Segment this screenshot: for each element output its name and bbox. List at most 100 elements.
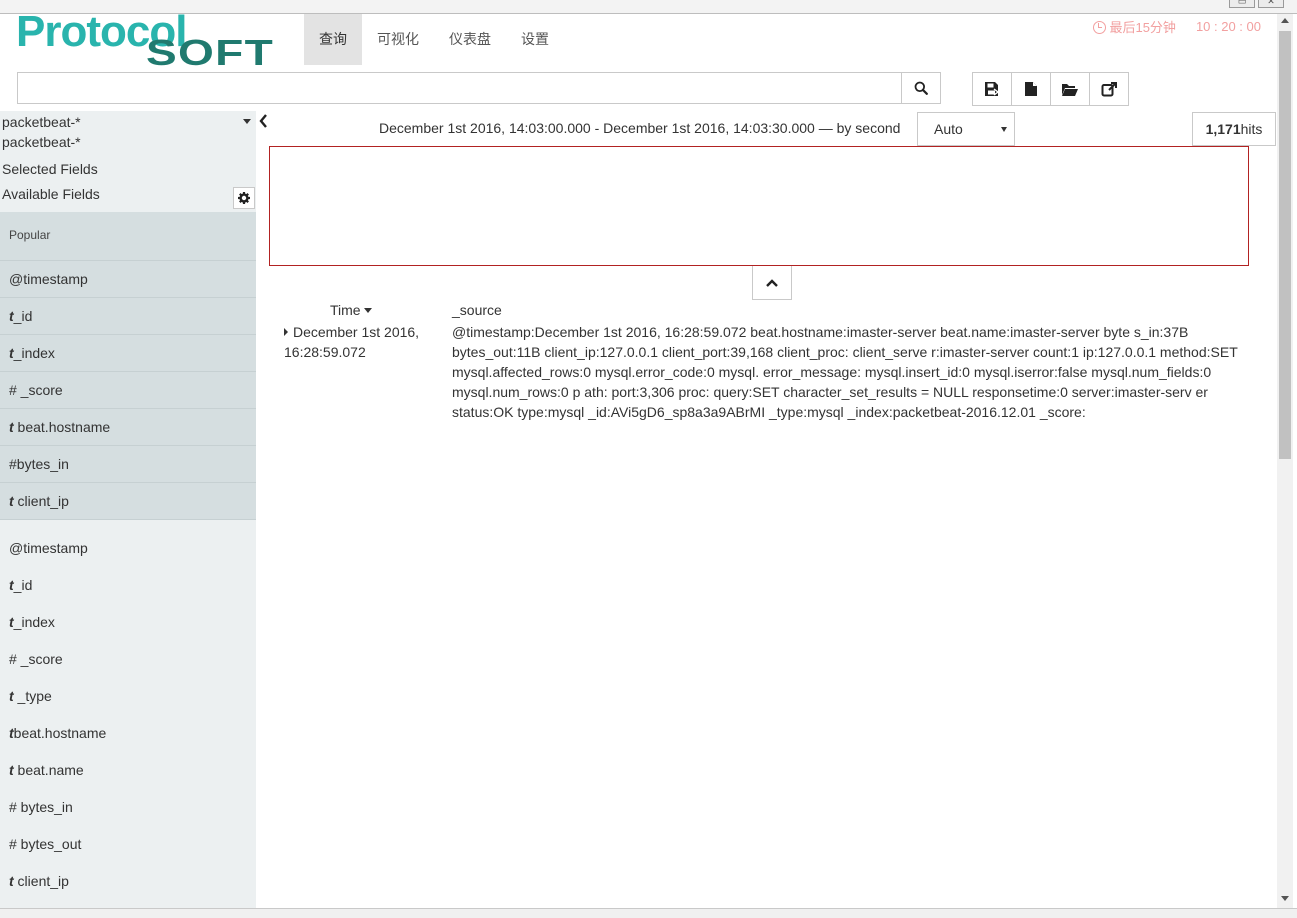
field-item[interactable]: # bytes_out	[0, 826, 256, 863]
field-item[interactable]: # _score	[0, 641, 256, 678]
share-search-button[interactable]	[1089, 72, 1129, 106]
time-picker-label-group[interactable]: 最后15分钟	[1093, 17, 1176, 36]
time-picker[interactable]: 最后15分钟 10 : 20 : 00	[1093, 17, 1261, 36]
chevron-down-icon[interactable]	[243, 119, 251, 124]
tab-discover[interactable]: 查询	[304, 14, 362, 65]
table-row-time[interactable]: December 1st 2016, 16:28:59.072	[284, 322, 434, 362]
scroll-thumb[interactable]	[1279, 31, 1291, 459]
restore-icon[interactable]: ▭	[1229, 0, 1255, 8]
field-item[interactable]: t beat.hostname	[0, 409, 256, 446]
scroll-up-icon[interactable]	[1281, 18, 1289, 23]
field-type-icon: #	[9, 456, 17, 472]
tab-settings[interactable]: 设置	[506, 14, 564, 65]
open-search-button[interactable]	[1050, 72, 1090, 106]
field-name: _id	[13, 577, 33, 593]
toggle-chart-button[interactable]	[752, 266, 792, 300]
hits-count: 1,171hits	[1192, 112, 1276, 146]
current-clock: 10 : 20 : 00	[1195, 19, 1261, 34]
selected-fields-heading: Selected Fields	[2, 161, 98, 177]
popular-fields: Popular @timestamp t_id t_index # _score…	[0, 212, 256, 520]
field-name: _score	[16, 651, 63, 667]
time-picker-label: 最后15分钟	[1109, 20, 1176, 35]
time-range-label: December 1st 2016, 14:03:00.000 - Decemb…	[379, 120, 901, 136]
histogram-chart	[269, 146, 1249, 266]
field-item[interactable]: t beat.name	[0, 752, 256, 789]
field-type-icon: #	[9, 799, 17, 815]
save-icon	[985, 82, 1000, 96]
field-item[interactable]: # _score	[0, 372, 256, 409]
gear-icon	[238, 192, 250, 204]
field-item[interactable]: tbeat.hostname	[0, 715, 256, 752]
clock-icon	[1093, 21, 1107, 34]
scroll-down-icon[interactable]	[1281, 896, 1289, 901]
column-header-source: _source	[452, 302, 502, 318]
field-settings-button[interactable]	[233, 187, 255, 209]
field-name: _type	[13, 688, 52, 704]
field-item[interactable]: @timestamp	[0, 530, 256, 567]
hits-label: hits	[1240, 121, 1263, 137]
field-item[interactable]: t _type	[0, 678, 256, 715]
chevron-down-icon	[1001, 127, 1007, 132]
brand-logo[interactable]: Protocol SOFT	[16, 10, 290, 71]
field-name: beat.hostname	[13, 725, 107, 741]
sort-desc-icon[interactable]	[363, 308, 372, 313]
collapse-sidebar-button[interactable]	[257, 113, 269, 129]
field-name: _index	[13, 614, 55, 630]
chevron-up-icon	[766, 278, 778, 287]
chevron-left-icon	[258, 114, 267, 128]
share-icon	[1101, 82, 1117, 97]
search-toolbar	[972, 72, 1129, 106]
expand-row-icon[interactable]	[284, 328, 288, 336]
search-icon	[914, 81, 928, 95]
field-name: bytes_in	[16, 456, 69, 472]
field-name: bytes_in	[16, 799, 73, 815]
field-name: bytes_out	[16, 836, 82, 852]
index-pattern-label: packetbeat-*	[2, 134, 81, 150]
field-item[interactable]: t_index	[0, 335, 256, 372]
row-timestamp: December 1st 2016, 16:28:59.072	[284, 324, 420, 360]
tab-dashboard[interactable]: 仪表盘	[434, 14, 506, 65]
field-item[interactable]: t_id	[0, 298, 256, 335]
field-item[interactable]: t client_ip	[0, 483, 256, 520]
column-header-time-label: Time	[330, 302, 361, 318]
column-header-time[interactable]: Time	[330, 302, 372, 318]
field-name: beat.name	[13, 762, 84, 778]
field-name: beat.hostname	[13, 419, 111, 435]
field-name: _id	[13, 308, 33, 324]
save-search-button[interactable]	[972, 72, 1012, 106]
index-pattern-select[interactable]: packetbeat-*	[2, 114, 81, 130]
field-item[interactable]: t_id	[0, 567, 256, 604]
field-name: client_ip	[13, 493, 69, 509]
new-search-button[interactable]	[1011, 72, 1051, 106]
field-item[interactable]: t client_ip	[0, 863, 256, 900]
field-type-icon: #	[9, 651, 17, 667]
field-name: _score	[16, 382, 63, 398]
close-icon[interactable]: ✕	[1258, 0, 1284, 8]
field-item[interactable]: #bytes_in	[0, 446, 256, 483]
interval-select[interactable]: Auto	[917, 112, 1015, 146]
file-icon	[1025, 82, 1037, 96]
page-scrollbar[interactable]	[1277, 14, 1293, 908]
field-item[interactable]: t_index	[0, 604, 256, 641]
field-item[interactable]: # bytes_in	[0, 789, 256, 826]
search-button[interactable]	[901, 72, 941, 104]
field-item[interactable]: @timestamp	[0, 261, 256, 298]
window-bottom-edge	[0, 908, 1297, 918]
tab-visualize[interactable]: 可视化	[362, 14, 434, 65]
table-row-source: @timestamp:December 1st 2016, 16:28:59.0…	[452, 324, 1238, 420]
main-nav: 查询 可视化 仪表盘 设置	[304, 14, 564, 65]
available-fields-heading: Available Fields	[2, 186, 100, 202]
folder-open-icon	[1062, 83, 1078, 96]
field-name: client_ip	[13, 873, 69, 889]
interval-value: Auto	[934, 121, 963, 137]
field-name: @timestamp	[9, 540, 88, 556]
logo-text-soft: SOFT	[146, 32, 274, 73]
popular-heading: Popular	[0, 212, 256, 261]
all-fields-list: @timestamp t_id t_index # _score t _type…	[0, 530, 256, 900]
window-titlebar: ▭ ✕	[0, 0, 1297, 14]
hits-number: 1,171	[1205, 121, 1241, 137]
field-type-icon: #	[9, 836, 17, 852]
search-input[interactable]	[17, 72, 901, 104]
field-type-icon: #	[9, 382, 17, 398]
field-name: @timestamp	[9, 271, 88, 287]
